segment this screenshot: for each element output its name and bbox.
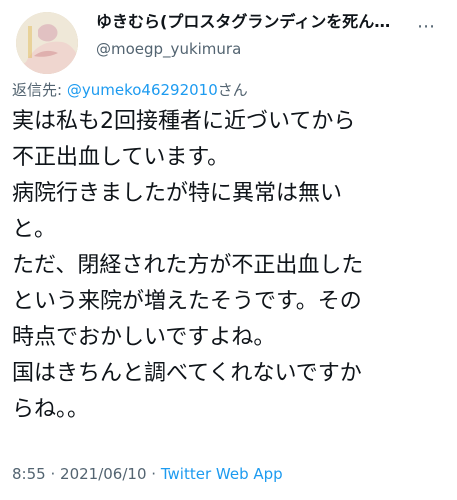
tweet-line-2: 不正出血しています。 <box>12 145 230 170</box>
tweet-body: 実は私も2回接種者に近づいてから 不正出血しています。 病院行きましたが特に異常… <box>12 104 442 428</box>
tweet-line-8: 国はきちんと調べてくれないですか <box>12 361 362 386</box>
meta-separator-2: · <box>151 465 157 483</box>
reply-prefix: 返信先: <box>12 81 63 99</box>
user-handle[interactable]: @moegp_yukimura <box>96 39 241 59</box>
reply-suffix: さん <box>217 81 248 99</box>
more-horizontal-icon[interactable]: ⋯ <box>417 18 437 36</box>
reply-context: 返信先: @yumeko46292010さん <box>12 80 248 100</box>
tweet-line-7: 時点でおかしいですよね。 <box>12 325 276 350</box>
tweet-line-9: らね。。 <box>12 397 90 422</box>
tweet-line-1: 実は私も2回接種者に近づいてから <box>12 109 356 134</box>
tweet-line-6: という来院が増えたそうです。その <box>12 289 362 314</box>
tweet-line-3: 病院行きましたが特に異常は無い <box>12 181 343 206</box>
display-name[interactable]: ゆきむら(プロスタグランディンを死ん… <box>96 12 408 32</box>
tweet-metadata: 8:55 · 2021/06/10 · Twitter Web App <box>12 464 283 484</box>
reply-mention-link[interactable]: @yumeko46292010 <box>67 81 218 99</box>
tweet-time[interactable]: 8:55 <box>12 465 46 483</box>
tweet-date[interactable]: 2021/06/10 <box>60 465 146 483</box>
meta-separator-1: · <box>50 465 56 483</box>
tweet-source-link[interactable]: Twitter Web App <box>161 465 283 483</box>
user-avatar[interactable] <box>16 12 78 74</box>
tweet-header: ゆきむら(プロスタグランディンを死ん… @moegp_yukimura ⋯ <box>8 6 449 74</box>
tweet-line-5: ただ、閉経された方が不正出血した <box>12 253 364 278</box>
tweet-line-4: と。 <box>12 217 57 242</box>
